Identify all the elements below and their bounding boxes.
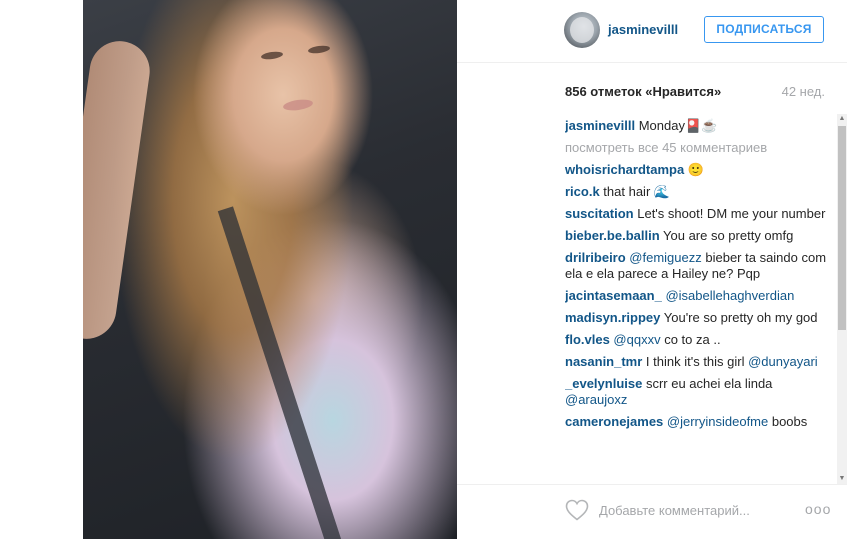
comment-mention[interactable]: @dunyayari <box>748 354 818 369</box>
comment-text: scrr eu achei ela linda <box>642 376 773 391</box>
heart-icon[interactable] <box>565 499 589 521</box>
comments-list: jasminevilll Monday🎴☕ посмотреть все 45 … <box>565 118 827 480</box>
page-margin <box>0 0 83 539</box>
photo-detail <box>260 50 284 61</box>
comment-item: drilribeiro @femiguezz bieber ta saindo … <box>565 250 827 282</box>
comment-text: boobs <box>768 414 808 429</box>
caption-text: Monday🎴☕ <box>635 118 718 133</box>
comment-item: bieber.be.ballin You are so pretty omfg <box>565 228 827 244</box>
comment-item: _evelynluise scrr eu achei ela linda @ar… <box>565 376 827 408</box>
view-all-comments-link[interactable]: посмотреть все 45 комментариев <box>565 140 827 156</box>
comment-item: flo.vles @qqxxv co to za .. <box>565 332 827 348</box>
comment-item: jacintasemaan_ @isabellehaghverdian <box>565 288 827 304</box>
comment-mention[interactable]: @qqxxv <box>610 332 660 347</box>
comment-username[interactable]: drilribeiro <box>565 250 626 265</box>
comment-text: Let's shoot! DM me your number <box>633 206 826 221</box>
comment-username[interactable]: whoisrichardtampa <box>565 162 684 177</box>
comment-text: co to za .. <box>660 332 721 347</box>
post-time[interactable]: 42 нед. <box>782 84 825 99</box>
photo-detail <box>217 206 345 539</box>
scroll-up-arrow-icon[interactable]: ▲ <box>837 114 847 124</box>
post-photo[interactable] <box>83 0 457 539</box>
comment-username[interactable]: suscitation <box>565 206 634 221</box>
comment-username[interactable]: nasanin_tmr <box>565 354 642 369</box>
comment-mention[interactable]: @isabellehaghverdian <box>662 288 794 303</box>
comment-username[interactable]: flo.vles <box>565 332 610 347</box>
photo-detail <box>83 37 154 343</box>
comment-item: rico.k that hair 🌊 <box>565 184 827 200</box>
caption-username[interactable]: jasminevilll <box>565 118 635 133</box>
post-header: jasminevilll ПОДПИСАТЬСЯ <box>457 0 847 63</box>
scrollbar-thumb[interactable] <box>838 126 846 330</box>
caption: jasminevilll Monday🎴☕ <box>565 118 827 134</box>
comment-item: cameronejames @jerryinsideofme boobs <box>565 414 827 430</box>
comment-text: You are so pretty omfg <box>659 228 794 243</box>
more-options-icon[interactable]: ooo <box>805 501 831 517</box>
comment-username[interactable]: rico.k <box>565 184 600 199</box>
comment-item: suscitation Let's shoot! DM me your numb… <box>565 206 827 222</box>
avatar[interactable] <box>564 12 600 48</box>
likes-count[interactable]: 856 отметок «Нравится» <box>565 84 721 99</box>
scroll-down-arrow-icon[interactable]: ▼ <box>837 474 847 484</box>
comment-mention[interactable]: @femiguezz <box>626 250 701 265</box>
post-footer: Добавьте комментарий... ooo <box>457 484 847 540</box>
comment-username[interactable]: jacintasemaan_ <box>565 288 662 303</box>
photo-detail <box>282 97 314 113</box>
comment-text: 🙂 <box>684 162 705 177</box>
comment-username[interactable]: _evelynluise <box>565 376 642 391</box>
comments-scrollbar[interactable]: ▲ ▼ <box>837 114 847 484</box>
comment-mention[interactable]: @jerryinsideofme <box>663 414 768 429</box>
follow-button[interactable]: ПОДПИСАТЬСЯ <box>704 16 824 43</box>
comment-text: that hair 🌊 <box>599 184 671 199</box>
add-comment-input[interactable]: Добавьте комментарий... <box>599 503 750 518</box>
author-username[interactable]: jasminevilll <box>608 22 678 37</box>
comment-username[interactable]: bieber.be.ballin <box>565 228 660 243</box>
comment-text: You're so pretty oh my god <box>660 310 818 325</box>
comment-item: whoisrichardtampa 🙂 <box>565 162 827 178</box>
comment-mention[interactable]: @araujoxz <box>565 392 627 407</box>
comment-text: I think it's this girl <box>642 354 749 369</box>
comment-item: madisyn.rippey You're so pretty oh my go… <box>565 310 827 326</box>
comment-username[interactable]: cameronejames <box>565 414 663 429</box>
post-details-panel: jasminevilll ПОДПИСАТЬСЯ 856 отметок «Нр… <box>457 0 847 539</box>
comment-username[interactable]: madisyn.rippey <box>565 310 660 325</box>
photo-detail <box>307 44 331 55</box>
comment-item: nasanin_tmr I think it's this girl @duny… <box>565 354 827 370</box>
